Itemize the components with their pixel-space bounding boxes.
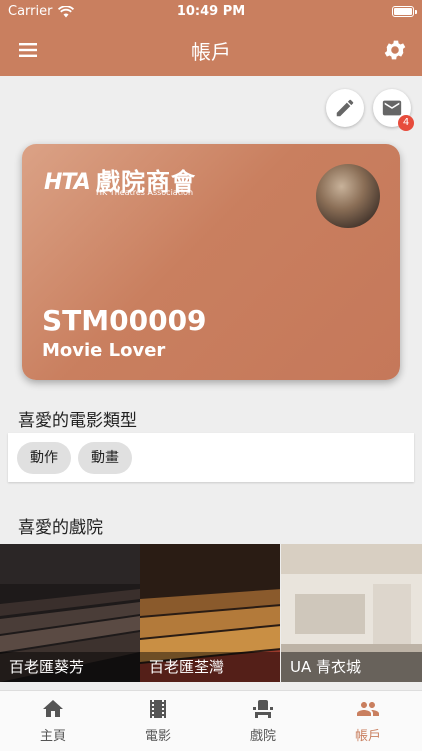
cinema-name: UA 青衣城 xyxy=(281,652,422,682)
tab-label: 戲院 xyxy=(249,729,276,744)
membership-card[interactable]: HTA 戲院商會 HK Theatres Association STM0000… xyxy=(22,144,400,380)
home-icon xyxy=(43,700,63,717)
association-logo-mark: HTA xyxy=(44,170,91,195)
inbox-button[interactable]: 4 xyxy=(373,89,414,131)
cinema-tile[interactable]: 百老匯葵芳 xyxy=(0,544,140,682)
tab-movies[interactable]: 電影 xyxy=(118,697,198,744)
tab-label: 帳戶 xyxy=(354,729,381,744)
genre-chip[interactable]: 動作 xyxy=(17,442,71,474)
app-bar: 帳戶 xyxy=(0,24,422,76)
cinema-name: 百老匯荃灣 xyxy=(140,652,280,682)
cinema-name: 百老匯葵芳 xyxy=(0,652,140,682)
member-level: Movie Lover xyxy=(42,340,166,361)
association-logo-subtitle: HK Theatres Association xyxy=(96,188,194,197)
page-title: 帳戶 xyxy=(191,40,231,64)
film-icon xyxy=(150,700,166,718)
pencil-icon xyxy=(336,99,354,117)
mail-icon xyxy=(382,100,402,116)
seat-icon xyxy=(253,700,273,718)
tab-label: 電影 xyxy=(144,729,171,744)
tab-bar: 主頁 電影 戲院 帳戶 xyxy=(0,690,422,751)
member-id: STM00009 xyxy=(42,304,207,337)
tab-cinemas[interactable]: 戲院 xyxy=(223,697,303,744)
status-time: 10:49 PM xyxy=(176,4,246,19)
gear-icon[interactable] xyxy=(382,37,408,63)
cinema-tile[interactable]: 百老匯荃灣 xyxy=(140,544,280,682)
favorite-cinemas-title: 喜愛的戲院 xyxy=(18,518,103,538)
tab-account[interactable]: 帳戶 xyxy=(328,697,408,744)
avatar[interactable] xyxy=(316,164,380,228)
favorite-genres-title: 喜愛的電影類型 xyxy=(18,411,137,431)
battery-icon xyxy=(392,6,417,17)
tab-home[interactable]: 主頁 xyxy=(13,697,93,744)
cinema-tile[interactable]: UA 青衣城 xyxy=(281,544,422,682)
edit-button[interactable] xyxy=(326,89,364,127)
status-bar: Carrier 10:49 PM xyxy=(0,0,422,24)
genre-chip[interactable]: 動畫 xyxy=(78,442,132,474)
favorite-cinemas-list: 百老匯葵芳 百老匯荃灣 UA 青衣城 xyxy=(0,544,422,682)
tab-label: 主頁 xyxy=(39,729,66,744)
unread-badge: 4 xyxy=(398,115,414,131)
favorite-genres-list: 動作 動畫 xyxy=(8,433,414,482)
people-icon xyxy=(357,702,379,716)
